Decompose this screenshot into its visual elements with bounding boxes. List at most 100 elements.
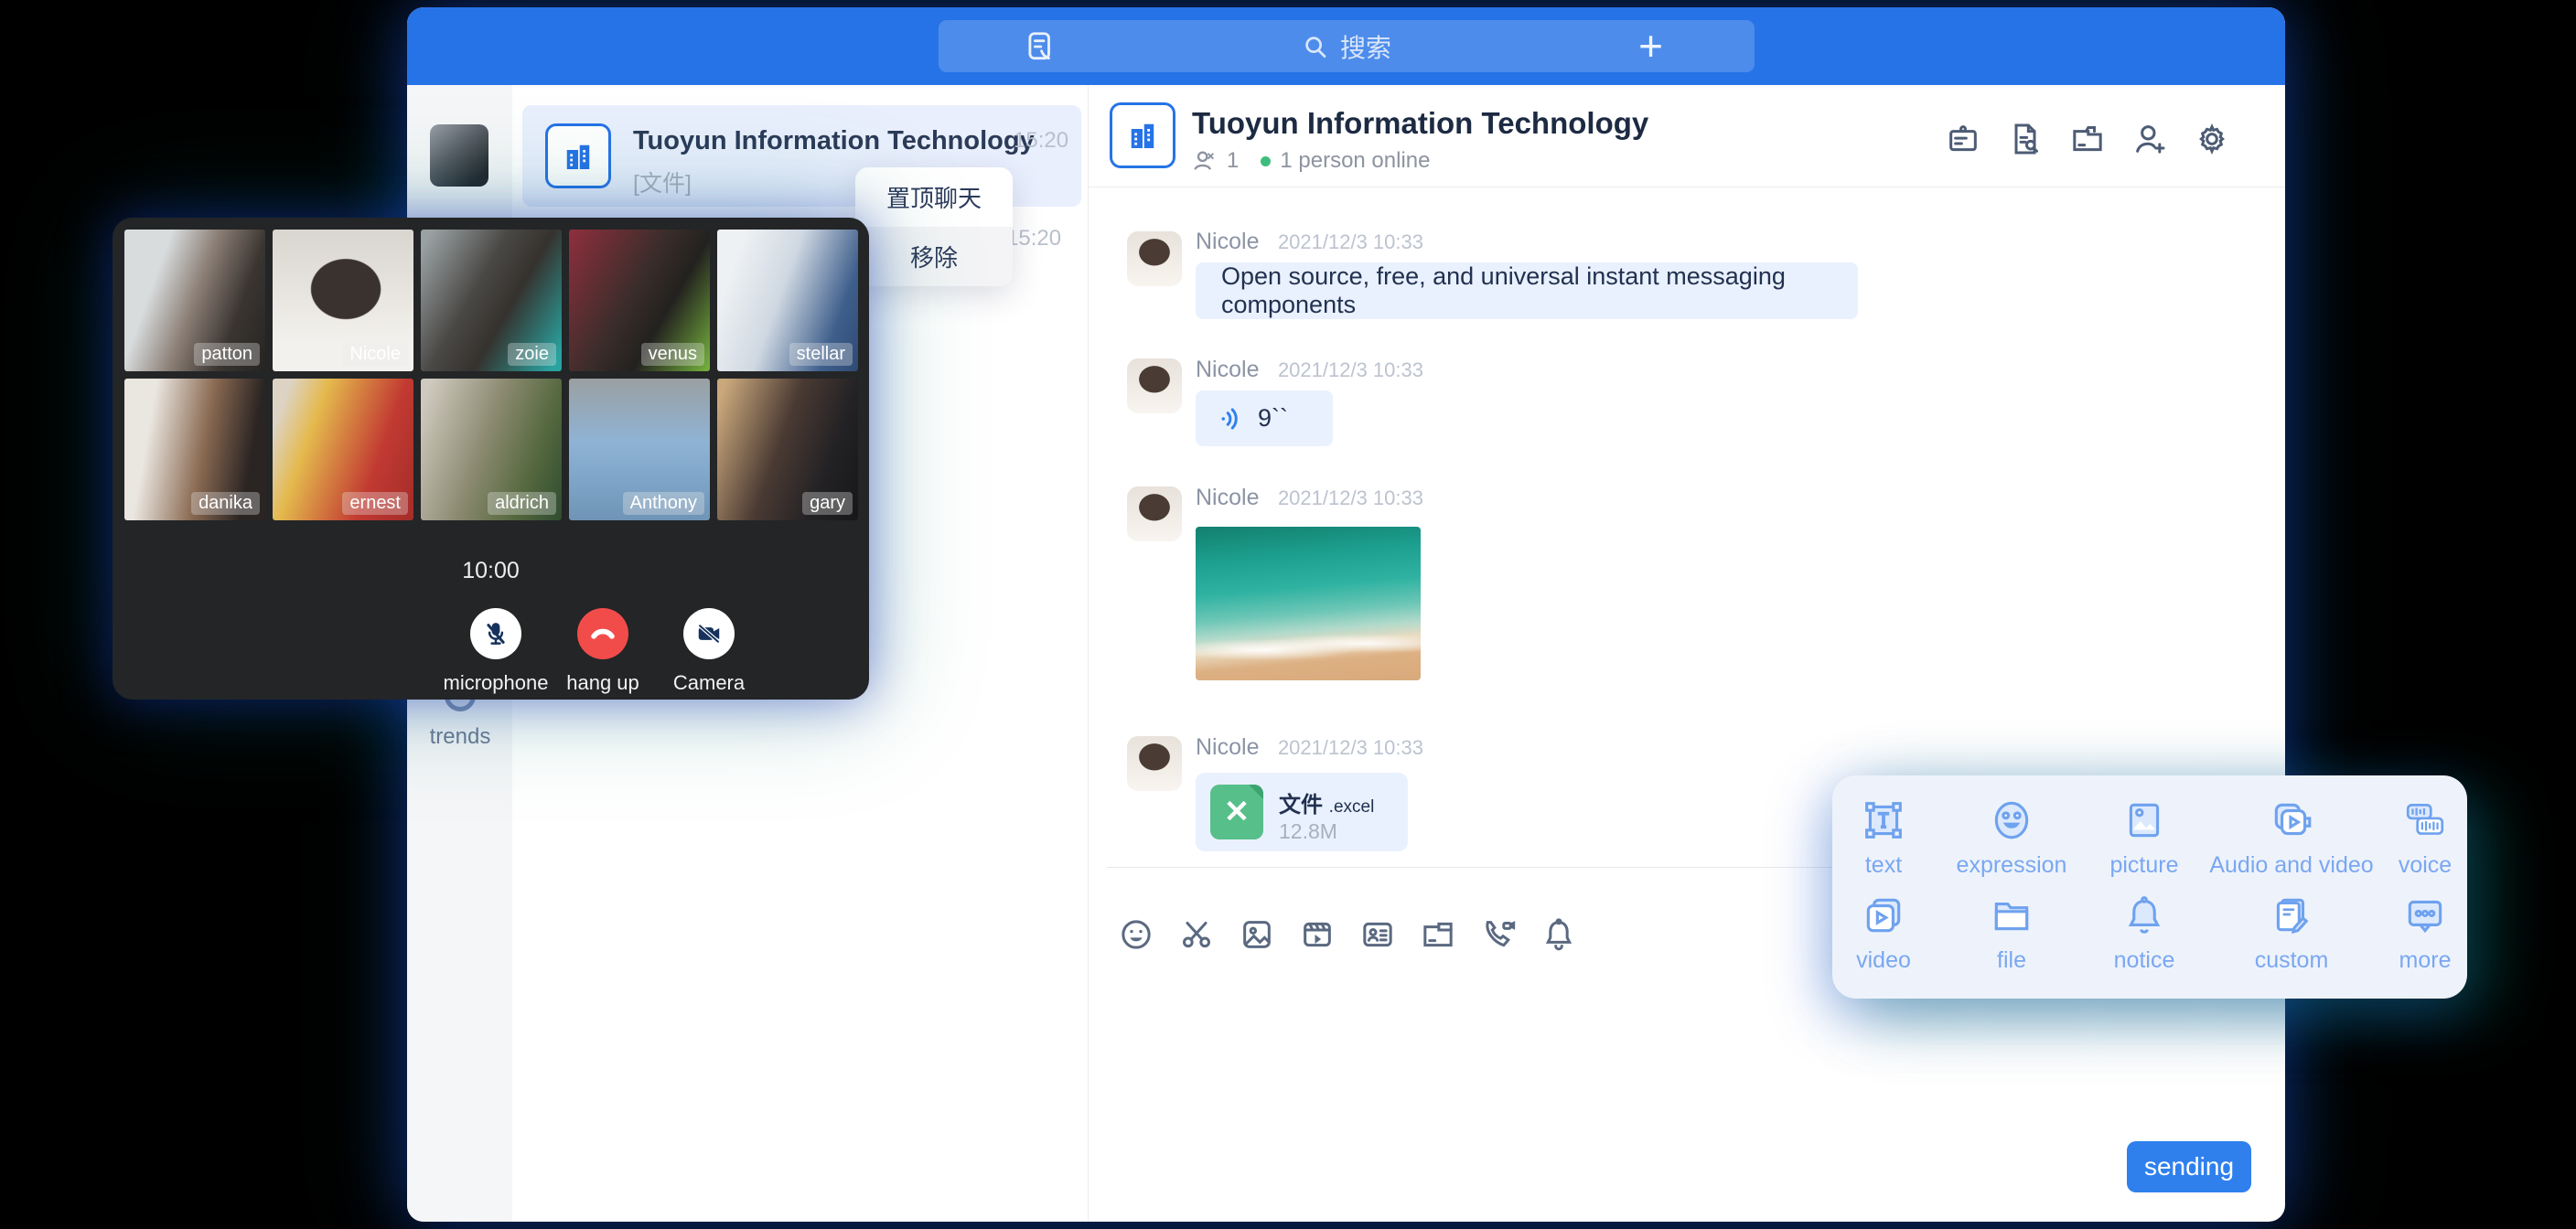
more-icon xyxy=(2402,892,2448,938)
context-menu: 置顶聊天 移除 xyxy=(855,167,1013,286)
custom-icon xyxy=(2269,892,2314,938)
participant-name: patton xyxy=(194,343,260,366)
voice-duration: 9`` xyxy=(1258,404,1288,433)
sender-avatar[interactable] xyxy=(1127,736,1182,791)
sender-avatar[interactable] xyxy=(1127,358,1182,413)
menu-item-pin-chat[interactable]: 置顶聊天 xyxy=(855,167,1013,227)
conversation-time: 15:20 xyxy=(1014,128,1068,154)
send-button[interactable]: sending xyxy=(2127,1141,2251,1192)
feature-picture[interactable]: picture xyxy=(2088,790,2200,885)
send-image-icon[interactable] xyxy=(1239,916,1275,953)
settings-gear-icon[interactable] xyxy=(2192,119,2232,159)
chat-history-search-icon[interactable] xyxy=(2005,119,2045,159)
trends-label[interactable]: trends xyxy=(423,724,498,750)
folder-icon[interactable] xyxy=(2067,119,2108,159)
participant-tile[interactable]: patton xyxy=(124,230,265,371)
text-icon xyxy=(1861,797,1906,843)
camera-toggle-button[interactable] xyxy=(683,608,735,659)
excel-file-icon: ✕ xyxy=(1210,785,1263,839)
message-timestamp: 2021/12/3 10:33 xyxy=(1278,230,1423,253)
send-file-icon[interactable] xyxy=(1420,916,1456,953)
contact-card-icon[interactable] xyxy=(1359,916,1396,953)
feature-voice[interactable]: voice xyxy=(2383,790,2467,885)
message-timestamp: 2021/12/3 10:33 xyxy=(1278,736,1423,759)
current-user-avatar[interactable] xyxy=(430,124,488,187)
screenshot-scissors-icon[interactable] xyxy=(1178,916,1215,953)
participant-tile[interactable]: stellar xyxy=(717,230,858,371)
message-timestamp: 2021/12/3 10:33 xyxy=(1278,358,1423,381)
expression-icon xyxy=(1989,797,2034,843)
conversation-time-2: 15:20 xyxy=(1006,226,1061,251)
add-member-icon[interactable] xyxy=(2130,119,2170,159)
mic-off-icon xyxy=(482,620,510,647)
feature-video[interactable]: video xyxy=(1832,885,1935,980)
feature-more[interactable]: more xyxy=(2383,885,2467,980)
notice-bell-icon[interactable] xyxy=(1540,916,1577,953)
emoji-icon[interactable] xyxy=(1118,916,1154,953)
feature-expression[interactable]: expression xyxy=(1935,790,2088,885)
message-timestamp: 2021/12/3 10:33 xyxy=(1278,486,1423,509)
call-icon[interactable] xyxy=(1480,916,1517,953)
participant-name: ernest xyxy=(342,492,408,515)
add-icon[interactable]: + xyxy=(1638,24,1663,68)
feature-audio-video[interactable]: Audio and video xyxy=(2200,790,2383,885)
microphone-toggle-button[interactable] xyxy=(470,608,521,659)
search-icon xyxy=(1302,33,1329,60)
message-feature-panel: text expression picture Audio and video … xyxy=(1832,775,2467,999)
feature-custom[interactable]: custom xyxy=(2200,885,2383,980)
search-placeholder-row[interactable]: 搜索 xyxy=(939,20,1755,72)
participant-name: Nicole xyxy=(342,343,408,366)
picture-icon xyxy=(2121,797,2167,843)
chat-subtitle: 1 1 person online xyxy=(1192,148,1430,174)
search-placeholder: 搜索 xyxy=(1340,28,1391,65)
participant-name: stellar xyxy=(789,343,853,366)
hang-up-button[interactable] xyxy=(577,608,628,659)
participant-tile[interactable]: zoie xyxy=(421,230,562,371)
voice-message-bubble[interactable]: 9`` xyxy=(1196,390,1333,446)
voice-icon xyxy=(2402,797,2448,843)
group-notice-icon[interactable] xyxy=(1943,119,1983,159)
text-message-bubble[interactable]: Open source, free, and universal instant… xyxy=(1196,262,1858,319)
participant-name: venus xyxy=(641,343,704,366)
camera-label: Camera xyxy=(636,671,782,695)
participant-tile[interactable]: gary xyxy=(717,379,858,520)
participant-tile[interactable]: danika xyxy=(124,379,265,520)
member-count: 1 xyxy=(1227,148,1239,174)
menu-item-remove[interactable]: 移除 xyxy=(855,227,1013,286)
participant-name: aldrich xyxy=(488,492,556,515)
search-bar[interactable]: 搜索 + xyxy=(939,20,1755,72)
participant-tile[interactable]: venus xyxy=(569,230,710,371)
message-meta: Nicole 2021/12/3 10:33 xyxy=(1196,357,1423,383)
sender-avatar[interactable] xyxy=(1127,486,1182,541)
sender-avatar[interactable] xyxy=(1127,231,1182,286)
participant-tile[interactable]: Anthony xyxy=(569,379,710,520)
sender-name: Nicole xyxy=(1196,485,1259,510)
participant-name: Anthony xyxy=(623,492,704,515)
message-meta: Nicole 2021/12/3 10:33 xyxy=(1196,229,1423,255)
building-icon xyxy=(559,137,597,176)
composer-toolbar xyxy=(1118,916,1577,953)
feature-notice[interactable]: notice xyxy=(2088,885,2200,980)
message-text: Open source, free, and universal instant… xyxy=(1221,262,1832,319)
video-icon xyxy=(1861,892,1906,938)
participant-name: gary xyxy=(802,492,853,515)
notice-icon xyxy=(2121,892,2167,938)
send-video-icon[interactable] xyxy=(1299,916,1336,953)
conversation-title: Tuoyun Information Technology xyxy=(633,126,1035,156)
audio-video-icon xyxy=(2269,797,2314,843)
participant-name: zoie xyxy=(508,343,556,366)
feature-file[interactable]: file xyxy=(1935,885,2088,980)
participant-tile[interactable]: aldrich xyxy=(421,379,562,520)
online-dot xyxy=(1261,156,1271,166)
image-message-beach[interactable] xyxy=(1196,527,1421,680)
participant-name: danika xyxy=(191,492,260,515)
voice-wave-icon xyxy=(1218,405,1245,433)
feature-text[interactable]: text xyxy=(1832,790,1935,885)
participant-tile[interactable]: Nicole xyxy=(273,230,413,371)
building-icon xyxy=(1123,116,1162,155)
chat-header-actions xyxy=(1943,119,2232,159)
camera-off-icon xyxy=(695,620,723,647)
video-call-overlay: patton Nicole zoie venus stellar danika … xyxy=(113,218,869,700)
participant-tile[interactable]: ernest xyxy=(273,379,413,520)
file-ext: .excel xyxy=(1329,797,1375,817)
